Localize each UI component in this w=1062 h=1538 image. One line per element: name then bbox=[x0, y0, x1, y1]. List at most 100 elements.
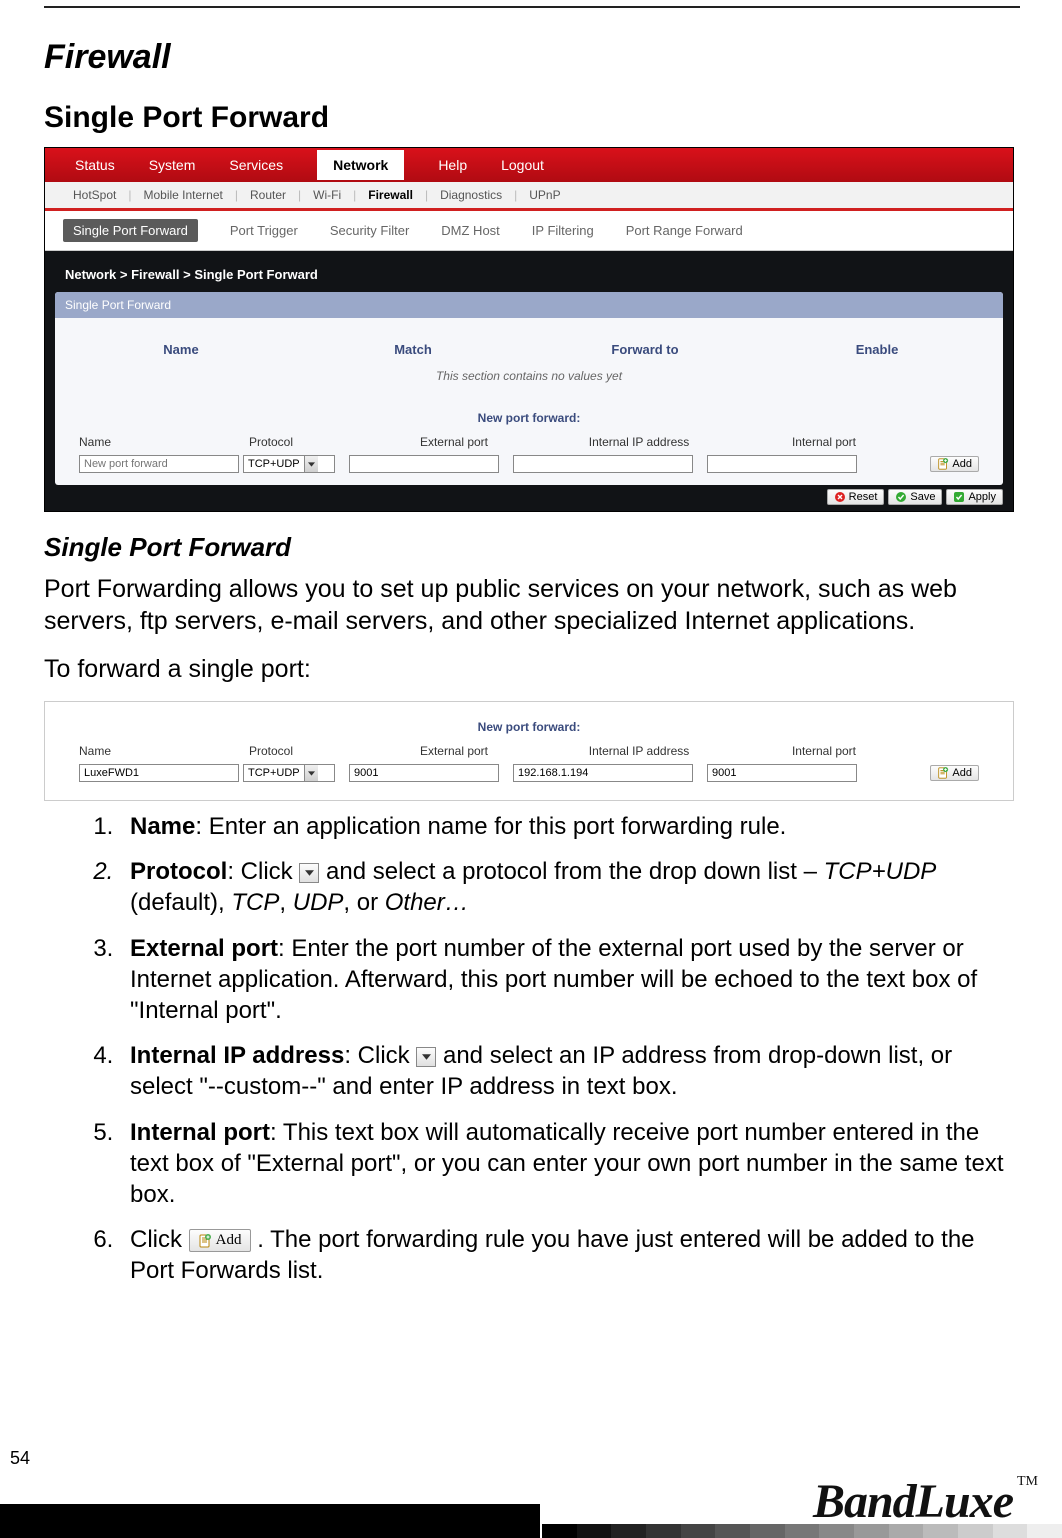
subnav-mobile[interactable]: Mobile Internet bbox=[143, 188, 222, 202]
tab-dmz-host[interactable]: DMZ Host bbox=[441, 223, 500, 238]
subnav-router[interactable]: Router bbox=[250, 188, 286, 202]
heading-spf: Single Port Forward bbox=[44, 101, 1020, 135]
heading-firewall: Firewall bbox=[44, 38, 1020, 77]
heading-spf-desc: Single Port Forward bbox=[44, 532, 1020, 563]
ex-select-protocol[interactable]: TCP+UDP bbox=[243, 764, 335, 782]
dropdown-arrow-icon bbox=[416, 1047, 436, 1067]
step-4: Internal IP address: Click and select an… bbox=[120, 1040, 1020, 1102]
page-top-rule bbox=[44, 6, 1020, 8]
step-1: Name: Enter an application name for this… bbox=[120, 811, 1020, 842]
example-headers: Name Protocol External port Internal IP … bbox=[55, 744, 1003, 764]
step2-t2: and select a protocol from the drop down… bbox=[326, 858, 824, 885]
new-forward-row: TCP+UDP Add bbox=[55, 455, 1003, 485]
table-headers: Name Match Forward to Enable bbox=[55, 318, 1003, 369]
step1-text: : Enter an application name for this por… bbox=[195, 813, 786, 840]
ex-add-button-label: Add bbox=[952, 767, 972, 779]
select-protocol-value: TCP+UDP bbox=[244, 458, 304, 470]
page-footer: BandLuxeTM bbox=[0, 1468, 1062, 1538]
step-6: Click Add . The port forwarding rule you… bbox=[120, 1224, 1020, 1286]
tab-port-trigger[interactable]: Port Trigger bbox=[230, 223, 298, 238]
ex-col-ext: External port bbox=[369, 744, 539, 758]
step-5: Internal port: This text box will automa… bbox=[120, 1117, 1020, 1211]
col-forward: Forward to bbox=[529, 342, 761, 357]
subnav-upnp[interactable]: UPnP bbox=[529, 188, 560, 202]
new-col-ip: Internal IP address bbox=[539, 435, 739, 449]
step2-t1: : Click bbox=[227, 858, 299, 885]
chevron-down-icon bbox=[304, 456, 318, 472]
col-name: Name bbox=[65, 342, 297, 357]
tab-port-range[interactable]: Port Range Forward bbox=[626, 223, 743, 238]
subnav-diagnostics[interactable]: Diagnostics bbox=[440, 188, 502, 202]
nav-status[interactable]: Status bbox=[75, 157, 115, 173]
step2-i2: TCP bbox=[231, 889, 279, 916]
tab-security-filter[interactable]: Security Filter bbox=[330, 223, 409, 238]
nav-services[interactable]: Services bbox=[229, 157, 283, 173]
step2-c1: , bbox=[279, 889, 292, 916]
nav-logout[interactable]: Logout bbox=[501, 157, 544, 173]
apply-icon bbox=[953, 491, 965, 503]
step-2: Protocol: Click and select a protocol fr… bbox=[120, 856, 1020, 918]
ex-add-button[interactable]: Add bbox=[930, 765, 979, 781]
new-col-ext: External port bbox=[369, 435, 539, 449]
select-protocol[interactable]: TCP+UDP bbox=[243, 455, 335, 473]
step5-bold: Internal port bbox=[130, 1119, 270, 1146]
action-buttons: Reset Save Apply bbox=[55, 485, 1003, 505]
empty-message: This section contains no values yet bbox=[55, 369, 1003, 403]
ex-select-protocol-value: TCP+UDP bbox=[244, 767, 304, 779]
col-match: Match bbox=[297, 342, 529, 357]
input-name[interactable] bbox=[79, 455, 239, 473]
inline-add-button: Add bbox=[189, 1229, 251, 1253]
ex-input-ip[interactable] bbox=[513, 764, 693, 782]
step2-d: (default), bbox=[130, 889, 231, 916]
panel-spf: Single Port Forward Name Match Forward t… bbox=[55, 292, 1003, 485]
tab-spf-active[interactable]: Single Port Forward bbox=[63, 219, 198, 242]
footer-black-bar bbox=[0, 1504, 540, 1538]
nav-help[interactable]: Help bbox=[438, 157, 467, 173]
input-external-port[interactable] bbox=[349, 455, 499, 473]
col-enable: Enable bbox=[761, 342, 993, 357]
panel-title: Single Port Forward bbox=[55, 292, 1003, 318]
new-col-intp: Internal port bbox=[739, 435, 909, 449]
nav-network-active[interactable]: Network bbox=[317, 150, 404, 180]
subnav-wifi[interactable]: Wi-Fi bbox=[313, 188, 341, 202]
step2-c2: , or bbox=[343, 889, 384, 916]
page-number: 54 bbox=[10, 1448, 30, 1469]
reset-button[interactable]: Reset bbox=[827, 489, 885, 505]
ex-col-name: Name bbox=[79, 744, 249, 758]
nav-system[interactable]: System bbox=[149, 157, 196, 173]
add-page-icon bbox=[937, 458, 949, 470]
step2-i1: TCP+UDP bbox=[824, 858, 937, 885]
ex-col-proto: Protocol bbox=[249, 744, 369, 758]
input-internal-ip[interactable] bbox=[513, 455, 693, 473]
ex-col-intp: Internal port bbox=[739, 744, 909, 758]
apply-button[interactable]: Apply bbox=[946, 489, 1003, 505]
desc-paragraph: Port Forwarding allows you to set up pub… bbox=[44, 573, 1020, 637]
save-button[interactable]: Save bbox=[888, 489, 942, 505]
input-internal-port[interactable] bbox=[707, 455, 857, 473]
step2-bold: Protocol bbox=[130, 858, 227, 885]
add-page-icon bbox=[937, 767, 949, 779]
step2-i4: Other… bbox=[385, 889, 469, 916]
apply-button-label: Apply bbox=[968, 491, 996, 503]
example-title: New port forward: bbox=[55, 712, 1003, 744]
tab-ip-filtering[interactable]: IP Filtering bbox=[532, 223, 594, 238]
step1-bold: Name bbox=[130, 813, 195, 840]
ex-input-name[interactable] bbox=[79, 764, 239, 782]
add-page-icon bbox=[198, 1234, 212, 1248]
add-button[interactable]: Add bbox=[930, 456, 979, 472]
screenshot-body: Network > Firewall > Single Port Forward… bbox=[45, 251, 1013, 511]
footer-gradient bbox=[542, 1524, 1062, 1538]
ex-input-intp[interactable] bbox=[707, 764, 857, 782]
subnav-hotspot[interactable]: HotSpot bbox=[73, 188, 116, 202]
subnav-firewall-active[interactable]: Firewall bbox=[368, 188, 413, 202]
screenshot-example: New port forward: Name Protocol External… bbox=[44, 701, 1014, 801]
step-3: External port: Enter the port number of … bbox=[120, 933, 1020, 1027]
save-icon bbox=[895, 491, 907, 503]
new-col-proto: Protocol bbox=[249, 435, 369, 449]
tabs-bar: Single Port Forward Port Trigger Securit… bbox=[45, 211, 1013, 251]
step6-t1: Click bbox=[130, 1226, 189, 1253]
screenshot-main: Status System Services Network Help Logo… bbox=[44, 147, 1014, 512]
ex-input-ext[interactable] bbox=[349, 764, 499, 782]
step3-bold: External port bbox=[130, 935, 278, 962]
add-button-label: Add bbox=[952, 458, 972, 470]
